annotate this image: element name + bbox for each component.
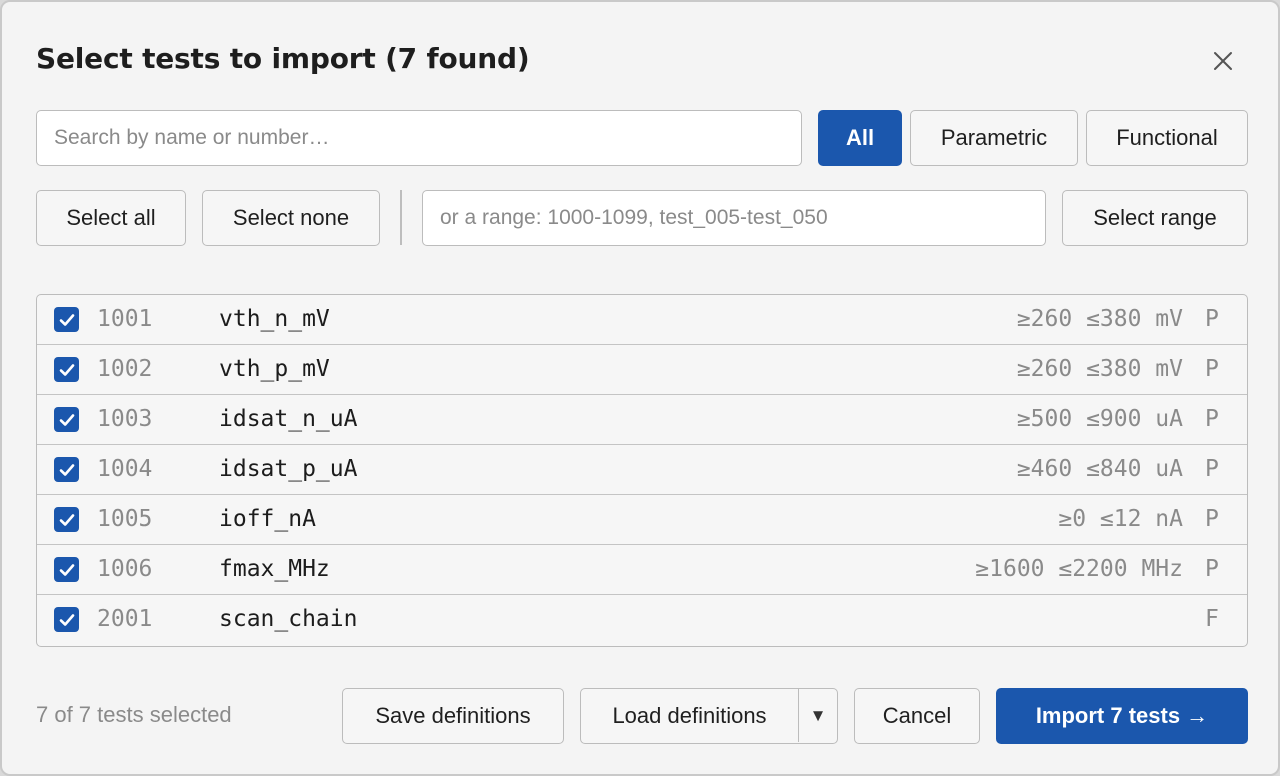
test-limits: ≥0 ≤12 nA <box>1058 506 1183 532</box>
load-definitions-button[interactable]: Load definitions <box>581 689 799 742</box>
test-limits: ≥500 ≤900 uA <box>1016 406 1183 432</box>
filter-all-button[interactable]: All <box>818 110 902 166</box>
test-kind: P <box>1205 406 1219 432</box>
load-definitions-split-button: Load definitions ▼ <box>580 688 838 744</box>
test-name: idsat_p_uA <box>219 456 358 482</box>
filter-parametric-button[interactable]: Parametric <box>910 110 1078 166</box>
close-icon <box>1214 52 1232 70</box>
checkmark-icon <box>59 613 74 626</box>
select-none-button[interactable]: Select none <box>202 190 380 246</box>
test-number: 1001 <box>97 306 153 332</box>
test-number: 1005 <box>97 506 153 532</box>
test-name: scan_chain <box>219 606 358 632</box>
test-kind: P <box>1205 456 1219 482</box>
test-kind: P <box>1205 356 1219 382</box>
test-row[interactable]: 1004 idsat_p_uA ≥460 ≤840 uA P <box>37 445 1247 495</box>
test-kind: P <box>1205 306 1219 332</box>
toolbar-divider <box>400 190 402 245</box>
dialog-title: Select tests to import (7 found) <box>36 42 530 75</box>
test-name: fmax_MHz <box>219 556 330 582</box>
test-number: 1002 <box>97 356 153 382</box>
test-limits: ≥1600 ≤2200 MHz <box>975 556 1183 582</box>
test-row[interactable]: 1003 idsat_n_uA ≥500 ≤900 uA P <box>37 395 1247 445</box>
test-kind: P <box>1205 556 1219 582</box>
test-row[interactable]: 1006 fmax_MHz ≥1600 ≤2200 MHz P <box>37 545 1247 595</box>
test-checkbox[interactable] <box>54 607 79 632</box>
load-definitions-dropdown[interactable]: ▼ <box>800 689 836 742</box>
test-number: 1003 <box>97 406 153 432</box>
import-button[interactable]: Import 7 tests → <box>996 688 1248 744</box>
test-name: vth_n_mV <box>219 306 330 332</box>
test-number: 1006 <box>97 556 153 582</box>
checkmark-icon <box>59 363 74 376</box>
test-checkbox[interactable] <box>54 457 79 482</box>
select-range-button[interactable]: Select range <box>1062 190 1248 246</box>
cancel-button[interactable]: Cancel <box>854 688 980 744</box>
checkmark-icon <box>59 413 74 426</box>
test-checkbox[interactable] <box>54 407 79 432</box>
test-checkbox[interactable] <box>54 507 79 532</box>
test-name: idsat_n_uA <box>219 406 358 432</box>
selection-status: 7 of 7 tests selected <box>36 702 232 727</box>
test-kind: F <box>1205 606 1219 632</box>
test-name: ioff_nA <box>219 506 316 532</box>
checkmark-icon <box>59 513 74 526</box>
test-row[interactable]: 2001 scan_chain F <box>37 595 1247 645</box>
caret-down-icon: ▼ <box>809 705 827 725</box>
checkmark-icon <box>59 313 74 326</box>
test-checkbox[interactable] <box>54 307 79 332</box>
checkmark-icon <box>59 563 74 576</box>
test-checkbox[interactable] <box>54 357 79 382</box>
import-tests-dialog: Select tests to import (7 found) All Par… <box>0 0 1280 776</box>
close-button[interactable] <box>1206 44 1240 78</box>
test-row[interactable]: 1001 vth_n_mV ≥260 ≤380 mV P <box>37 295 1247 345</box>
test-number: 1004 <box>97 456 153 482</box>
test-checkbox[interactable] <box>54 557 79 582</box>
search-input[interactable] <box>36 110 802 166</box>
test-limits: ≥260 ≤380 mV <box>1016 306 1183 332</box>
test-limits: ≥460 ≤840 uA <box>1016 456 1183 482</box>
tests-list: 1001 vth_n_mV ≥260 ≤380 mV P 1002 vth_p_mV ≥26… <box>36 294 1248 647</box>
test-name: vth_p_mV <box>219 356 330 382</box>
test-row[interactable]: 1002 vth_p_mV ≥260 ≤380 mV P <box>37 345 1247 395</box>
test-row[interactable]: 1005 ioff_nA ≥0 ≤12 nA P <box>37 495 1247 545</box>
range-input[interactable] <box>422 190 1046 246</box>
test-number: 2001 <box>97 606 153 632</box>
select-all-button[interactable]: Select all <box>36 190 186 246</box>
test-kind: P <box>1205 506 1219 532</box>
checkmark-icon <box>59 463 74 476</box>
test-limits: ≥260 ≤380 mV <box>1016 356 1183 382</box>
filter-functional-button[interactable]: Functional <box>1086 110 1248 166</box>
save-definitions-button[interactable]: Save definitions <box>342 688 564 744</box>
